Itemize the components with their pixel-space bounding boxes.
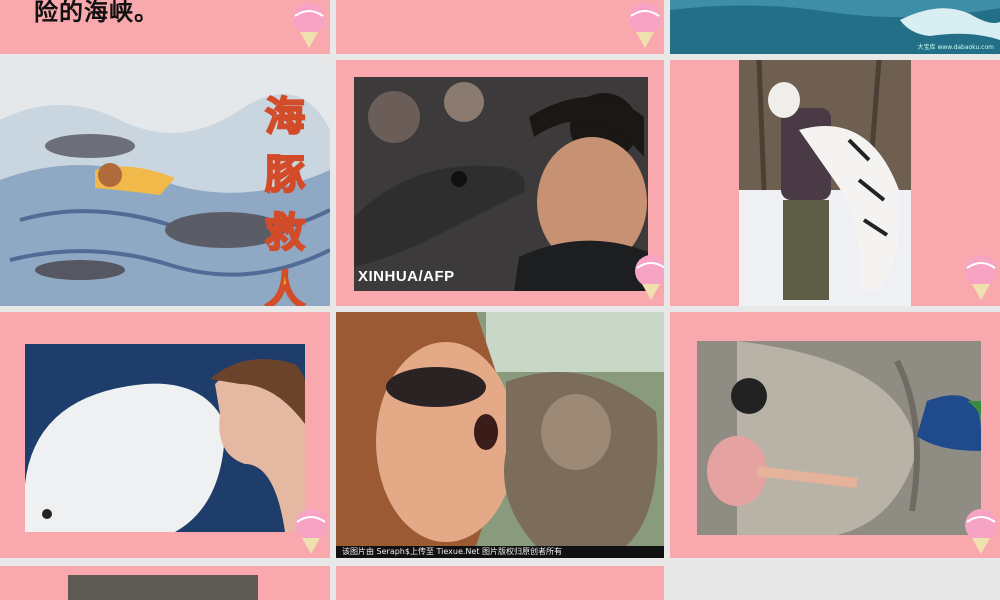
sea-lion-photo: XINHUA/AFP: [354, 77, 648, 291]
balloon-icon: [965, 255, 997, 300]
title-char: 人: [264, 266, 306, 306]
title-char: 豚: [264, 150, 306, 199]
slide-thumbnail-8[interactable]: 该图片由 Seraph$上传至 Tiexue.Net 图片版权归原创者所有: [336, 312, 664, 558]
white-tiger-photo: [739, 60, 911, 306]
balloon-icon: [629, 3, 661, 48]
slide-thumbnail-2[interactable]: [336, 0, 664, 54]
watermark: 大宝库 www.dabaoku.com: [917, 44, 994, 51]
slide-thumbnail-5[interactable]: XINHUA/AFP: [336, 60, 664, 306]
slide-thumbnail-6[interactable]: [670, 60, 1000, 306]
slide-text: 险的海峡。: [34, 0, 159, 26]
slide-thumbnail-11[interactable]: [336, 566, 664, 600]
slide-thumbnail-3[interactable]: 大宝库 www.dabaoku.com: [670, 0, 1000, 54]
peacock-photo: [697, 341, 981, 535]
vertical-title: 海 豚 救 人: [250, 88, 320, 306]
slide-thumbnail-4[interactable]: 海 豚 救 人: [0, 60, 330, 306]
slide-thumbnail-9[interactable]: [670, 312, 1000, 558]
beluga-photo: [25, 344, 305, 532]
slide-thumbnail-10[interactable]: [0, 566, 330, 600]
title-char: 救: [264, 208, 306, 257]
photo-credit: XINHUA/AFP: [358, 268, 455, 285]
title-char: 海: [264, 92, 306, 141]
balloon-icon: [965, 509, 997, 554]
photo-caption: 该图片由 Seraph$上传至 Tiexue.Net 图片版权归原创者所有: [336, 546, 664, 558]
monkey-photo: [336, 312, 664, 546]
slide-thumbnail-7[interactable]: [0, 312, 330, 558]
partial-photo: [68, 575, 258, 600]
balloon-icon: [295, 509, 327, 554]
balloon-icon: [635, 255, 664, 300]
balloon-icon: [293, 3, 325, 48]
slide-thumbnail-1[interactable]: 险的海峡。: [0, 0, 330, 54]
